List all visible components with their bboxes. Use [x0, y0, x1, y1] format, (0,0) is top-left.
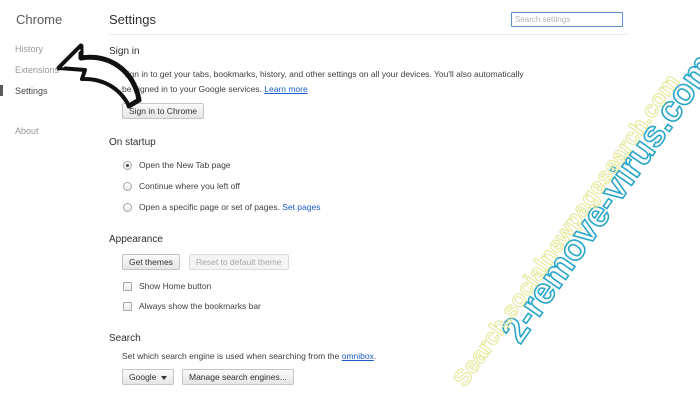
sign-in-description-line1: Sign in to get your tabs, bookmarks, his… [122, 69, 524, 79]
chevron-down-icon [161, 375, 168, 380]
get-themes-button[interactable]: Get themes [122, 254, 180, 270]
show-home-button-label: Show Home button [139, 281, 212, 291]
header-divider [109, 34, 629, 35]
sidebar-item-settings[interactable]: Settings [15, 86, 48, 96]
search-description: Set which search engine is used when sea… [122, 351, 377, 361]
set-pages-link[interactable]: Set pages [282, 202, 320, 212]
show-bookmarks-bar-checkbox[interactable] [123, 302, 132, 311]
settings-main: Settings Sign in Sign in to get your tab… [109, 0, 700, 394]
startup-option-continue-label: Continue where you left off [139, 181, 240, 191]
startup-radio-new-tab[interactable] [123, 161, 132, 170]
sidebar-item-history[interactable]: History [15, 44, 43, 54]
appearance-section-title: Appearance [109, 234, 163, 245]
hand-drawn-arrow-icon [56, 43, 142, 109]
show-home-button-checkbox[interactable] [123, 282, 132, 291]
sidebar-item-about[interactable]: About [15, 126, 39, 136]
search-engine-dropdown[interactable]: Google [122, 369, 175, 385]
show-bookmarks-bar-label: Always show the bookmarks bar [139, 301, 261, 311]
learn-more-link[interactable]: Learn more [264, 84, 307, 94]
sidebar-item-extensions[interactable]: Extensions [15, 65, 59, 75]
chrome-brand: Chrome [16, 12, 63, 27]
reset-theme-button[interactable]: Reset to default theme [189, 254, 289, 270]
startup-radio-specific-pages[interactable] [123, 203, 132, 212]
search-settings-input[interactable] [511, 12, 623, 27]
active-nav-marker [0, 85, 3, 96]
search-section-title: Search [109, 333, 141, 344]
manage-search-engines-button[interactable]: Manage search engines... [182, 369, 294, 385]
omnibox-link[interactable]: omnibox [342, 351, 374, 361]
startup-option-new-tab-label: Open the New Tab page [139, 160, 231, 170]
on-startup-section-title: On startup [109, 137, 156, 148]
startup-radio-continue[interactable] [123, 182, 132, 191]
startup-option-specific-pages-label: Open a specific page or set of pages. Se… [139, 202, 321, 212]
page-title: Settings [109, 12, 156, 27]
